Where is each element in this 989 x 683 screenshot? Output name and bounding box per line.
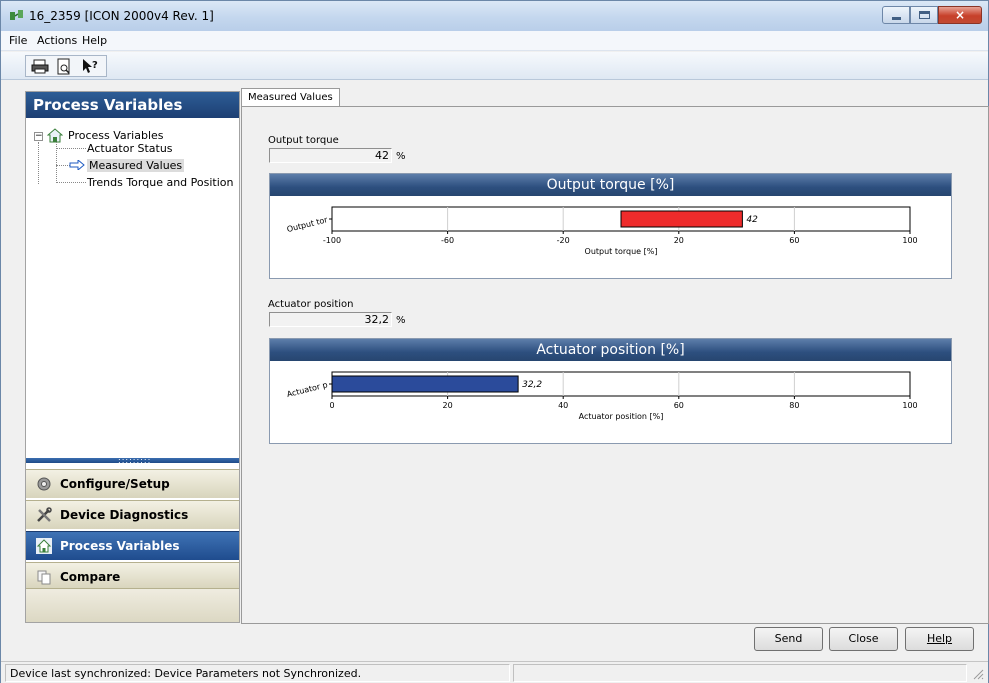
x-tick-label: -20 (557, 236, 570, 245)
menu-help[interactable]: Help (82, 34, 107, 47)
x-tick-label: 60 (674, 401, 684, 410)
output-torque-label: Output torque (268, 135, 339, 146)
resize-grip-icon[interactable] (972, 668, 984, 680)
menu-actions[interactable]: Actions (37, 34, 77, 47)
tree-connector (56, 182, 86, 183)
printer-icon[interactable] (29, 58, 51, 75)
menu-file[interactable]: File (9, 34, 27, 47)
nav-process-variables[interactable]: Process Variables (26, 531, 239, 560)
y-tick-label: Output tor (286, 215, 329, 234)
x-tick-label: 20 (674, 236, 684, 245)
tree-connector (56, 165, 70, 166)
nav-label: Process Variables (60, 539, 180, 553)
tree-connector (56, 148, 86, 149)
navigation-tree: − Process Variables Actuator Status Meas… (26, 118, 239, 457)
toolbar-group: ? (25, 55, 107, 77)
actuator-position-value: 32,2 (269, 312, 392, 327)
minimize-icon (892, 17, 901, 20)
tree-root-process-variables[interactable]: Process Variables (68, 129, 164, 142)
bar-value-label: 32,2 (522, 380, 542, 390)
send-button[interactable]: Send (754, 627, 823, 651)
bar (620, 210, 743, 228)
actuator-position-chart-plot: 0 20 40 60 80 100 Actuator p 32,2 Actuator posit… (286, 371, 918, 421)
left-panel: Process Variables − Process Variables Ac… (25, 91, 240, 623)
gear-icon (37, 477, 51, 491)
menu-bar: File Actions Help (1, 31, 988, 51)
y-tick-label: Actuator p (286, 380, 329, 399)
chart-title: Output torque [%] (270, 174, 951, 196)
x-tick-label: 60 (789, 236, 799, 245)
close-button[interactable]: Close (829, 627, 898, 651)
tree-item-actuator-status[interactable]: Actuator Status (87, 142, 173, 155)
x-tick-label: -60 (441, 236, 454, 245)
nav-configure-setup[interactable]: Configure/Setup (26, 469, 239, 498)
title-bar[interactable]: 16_2359 [ICON 2000v4 Rev. 1] × (1, 1, 988, 31)
bar (331, 375, 519, 393)
window-controls: × (882, 6, 982, 24)
nav-label: Compare (60, 570, 121, 584)
panel-splitter[interactable]: ::::::::: (26, 456, 239, 465)
nav-device-diagnostics[interactable]: Device Diagnostics (26, 500, 239, 529)
tools-icon (37, 507, 52, 522)
nav-label: Device Diagnostics (60, 508, 189, 522)
tree-connector (56, 142, 57, 183)
status-text: Device last synchronized: Device Paramet… (5, 664, 510, 682)
actuator-position-chart: Actuator position [%] 0 20 40 60 80 100 Actuat… (269, 338, 952, 444)
x-tick-label: 20 (443, 401, 453, 410)
app-window: 16_2359 [ICON 2000v4 Rev. 1] × File Acti… (0, 0, 989, 683)
panel-title: Process Variables (26, 92, 239, 118)
bar-value-label: 42 (746, 215, 758, 225)
x-tick-label: 100 (902, 401, 917, 410)
tree-connector (38, 142, 39, 184)
tree-item-measured-values[interactable]: Measured Values (87, 159, 185, 172)
output-torque-value: 42 (269, 148, 392, 163)
x-tick-label: 0 (329, 401, 334, 410)
window-title: 16_2359 [ICON 2000v4 Rev. 1] (29, 9, 214, 23)
svg-text:?: ? (92, 60, 98, 71)
x-axis-label: Actuator position [%] (579, 412, 664, 421)
house-icon (36, 538, 52, 554)
chart-title: Actuator position [%] (270, 339, 951, 361)
x-tick-label: 40 (558, 401, 568, 410)
house-icon (47, 128, 63, 143)
tree-expander-minus-icon[interactable]: − (34, 132, 43, 141)
status-bar: Device last synchronized: Device Paramet… (1, 661, 988, 683)
x-tick-label: 80 (789, 401, 799, 410)
close-window-button[interactable]: × (938, 6, 982, 24)
toolbar: ? (1, 52, 988, 80)
measured-values-panel: Output torque 42 % Output torque [%] -10… (241, 106, 989, 624)
output-torque-unit: % (396, 151, 406, 162)
output-torque-chart: Output torque [%] -100 -60 -20 20 60 100 Outpu… (269, 173, 952, 279)
compare-icon (37, 570, 51, 585)
arrow-right-icon (69, 160, 85, 170)
close-icon: × (954, 8, 966, 22)
tab-measured-values[interactable]: Measured Values (241, 88, 340, 107)
output-torque-chart-plot: -100 -60 -20 20 60 100 Output tor 42 Output torq… (286, 206, 918, 256)
actuator-position-label: Actuator position (268, 299, 354, 310)
help-button[interactable]: Help (905, 627, 974, 651)
status-cell-empty (513, 664, 967, 682)
context-help-icon[interactable]: ? (79, 58, 101, 75)
tree-item-trends-torque-position[interactable]: Trends Torque and Position (87, 176, 233, 189)
x-axis-label: Output torque [%] (585, 247, 658, 256)
nav-compare[interactable]: Compare (26, 562, 239, 589)
maximize-button[interactable] (910, 6, 938, 24)
grip-icon: ::::::::: (118, 456, 152, 465)
maximize-icon (919, 11, 930, 19)
print-preview-icon[interactable] (53, 58, 75, 75)
app-icon (10, 10, 23, 20)
nav-empty-area (26, 588, 239, 622)
x-tick-label: 100 (902, 236, 917, 245)
x-tick-label: -100 (323, 236, 341, 245)
actuator-position-unit: % (396, 315, 406, 326)
nav-label: Configure/Setup (60, 477, 170, 491)
minimize-button[interactable] (882, 6, 910, 24)
